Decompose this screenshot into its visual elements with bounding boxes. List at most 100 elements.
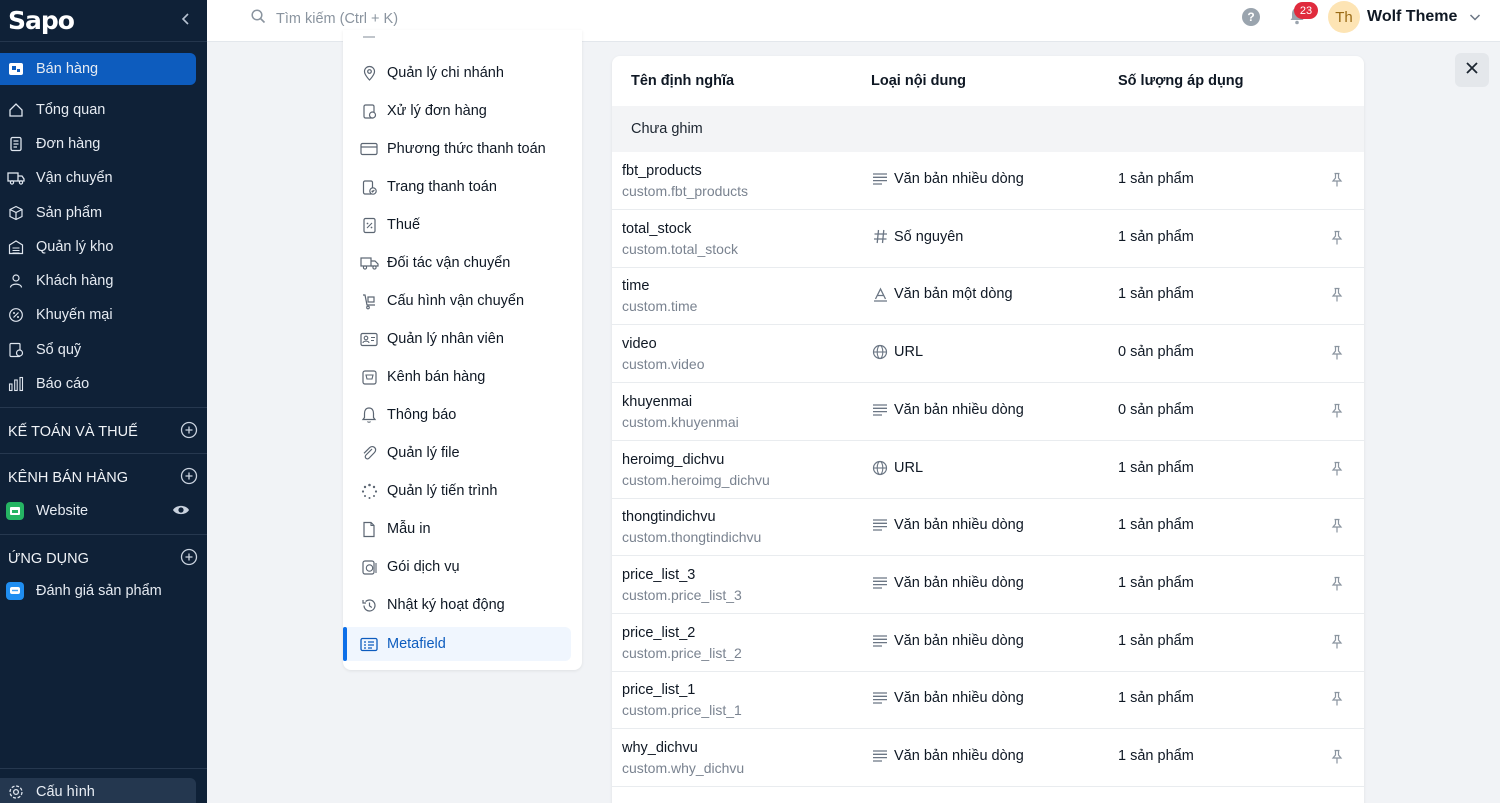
table-row[interactable]: price_list_3 custom.price_list_3 Văn bản n… — [612, 556, 1364, 614]
settings-item-quan-ly-chi-nhanh[interactable]: Quản lý chi nhánh — [343, 56, 582, 90]
sidebar-item-bao-cao[interactable]: Báo cáo — [0, 368, 207, 400]
shipping-partner-icon — [359, 253, 379, 273]
spinner-icon — [359, 481, 379, 501]
table-row[interactable]: thongtindichvu custom.thongtindichvu Văn b… — [612, 498, 1364, 557]
help-icon[interactable]: ? — [1242, 8, 1260, 26]
metafield-key: custom.thongtindichvu — [622, 529, 762, 546]
sidebar-item-ban-hang[interactable]: Bán hàng — [0, 53, 196, 85]
column-header-name[interactable]: Tên định nghĩa — [631, 73, 734, 89]
metafield-type: Văn bản nhiều dòng — [872, 402, 1024, 418]
settings-item-xu-ly-don-hang[interactable]: Xử lý đơn hàng — [343, 94, 582, 128]
chevron-down-icon[interactable] — [1469, 9, 1481, 27]
metafield-type-label: Văn bản nhiều dòng — [894, 517, 1024, 534]
metafield-count: 1 sản phẩm — [1118, 517, 1194, 534]
settings-item-goi-dich-vu[interactable]: Gói dịch vụ — [343, 550, 582, 584]
pin-icon[interactable] — [1330, 230, 1344, 251]
multiline-text-icon — [872, 690, 888, 706]
close-icon — [1465, 61, 1479, 80]
metafield-name[interactable]: total_stock — [622, 221, 691, 237]
pin-icon[interactable] — [1330, 461, 1344, 482]
metafield-name[interactable]: thongtindichvu — [622, 509, 716, 525]
table-row[interactable]: fbt_products custom.fbt_products Văn bản n… — [612, 152, 1364, 210]
metafield-type: Văn bản nhiều dòng — [872, 690, 1024, 706]
sidebar-item-danh-gia-san-pham[interactable]: Đánh giá sản phẩm — [0, 575, 207, 607]
settings-item-phuong-thuc-thanh-toan[interactable]: Phương thức thanh toán — [343, 132, 582, 166]
table-row[interactable]: video custom.video URL 0 sản phẩm — [612, 325, 1364, 384]
sidebar-item-quan-ly-kho[interactable]: Quản lý kho — [0, 231, 207, 263]
sapo-logo[interactable]: Sapo — [8, 6, 75, 35]
metafield-name[interactable]: time — [622, 278, 649, 294]
search-box[interactable]: Tìm kiếm (Ctrl + K) — [251, 9, 398, 28]
sidebar-item-cau-hinh[interactable]: Cấu hình — [0, 778, 196, 803]
metafield-type-label: Văn bản nhiều dòng — [894, 574, 1024, 591]
metafield-count: 1 sản phẩm — [1118, 459, 1194, 476]
sidebar-item-van-chuyen[interactable]: Vận chuyển — [0, 162, 207, 194]
multiline-text-icon — [872, 517, 888, 533]
table-row[interactable]: price_list_2 custom.price_list_2 Văn bản n… — [612, 614, 1364, 672]
metafield-name[interactable]: video — [622, 336, 657, 352]
sidebar-item-don-hang[interactable]: Đơn hàng — [0, 128, 207, 160]
metafield-type: Văn bản nhiều dòng — [872, 171, 1024, 187]
sidebar-item-san-pham[interactable]: Sản phẩm — [0, 197, 207, 229]
metafield-name[interactable]: price_list_3 — [622, 567, 695, 583]
sidebar-item-khach-hang[interactable]: Khách hàng — [0, 265, 207, 297]
metafield-type-label: Số nguyên — [894, 228, 964, 245]
settings-item-mau-in[interactable]: Mẫu in — [343, 512, 582, 546]
metafield-type-label: Văn bản nhiều dòng — [894, 632, 1024, 649]
sidebar-item-so-quy[interactable]: Sổ quỹ — [0, 334, 207, 366]
pin-icon[interactable] — [1330, 345, 1344, 366]
settings-item-quan-ly-file[interactable]: Quản lý file — [343, 436, 582, 470]
avatar[interactable]: Th — [1328, 1, 1360, 33]
column-header-type[interactable]: Loại nội dung — [871, 73, 966, 89]
metafield-name[interactable]: why_dichvu — [622, 740, 698, 756]
table-row[interactable]: price_list_1 custom.price_list_1 Văn bản n… — [612, 671, 1364, 730]
metafield-type-label: URL — [894, 459, 924, 476]
settings-item-doi-tac-van-chuyen[interactable]: Đối tác vận chuyển — [343, 246, 582, 280]
sidebar-header: Sapo — [0, 0, 207, 42]
settings-item-thong-bao[interactable]: Thông báo — [343, 398, 582, 432]
eye-icon[interactable] — [172, 503, 190, 521]
settings-item-quan-ly-tien-trinh[interactable]: Quản lý tiến trình — [343, 474, 582, 508]
table-row[interactable]: heroimg_dichvu custom.heroimg_dichvu URL 1 … — [612, 441, 1364, 499]
settings-item-thue[interactable]: Thuế — [343, 208, 582, 242]
metafield-name[interactable]: heroimg_dichvu — [622, 452, 724, 468]
settings-item-quan-ly-nhan-vien[interactable]: Quản lý nhân viên — [343, 322, 582, 356]
pin-icon[interactable] — [1330, 518, 1344, 539]
metafield-name[interactable]: fbt_products — [622, 163, 702, 179]
pin-icon[interactable] — [1330, 634, 1344, 655]
column-header-count[interactable]: Số lượng áp dụng — [1118, 73, 1244, 89]
table-row[interactable]: time custom.time Văn bản một dòng 1 sản phẩ… — [612, 267, 1364, 326]
metafield-type-label: Văn bản nhiều dòng — [894, 748, 1024, 764]
pin-icon[interactable] — [1330, 172, 1344, 193]
pin-icon[interactable] — [1330, 576, 1344, 597]
metafield-name[interactable]: price_list_1 — [622, 682, 695, 698]
settings-item-nhat-ky-hoat-dong[interactable]: Nhật ký hoạt động — [343, 588, 582, 622]
table-row[interactable]: khuyenmai custom.khuyenmai Văn bản nhiều d… — [612, 383, 1364, 441]
metafield-count: 1 sản phẩm — [1118, 228, 1194, 245]
sidebar-item-khuyen-mai[interactable]: Khuyến mại — [0, 299, 207, 331]
metafield-name[interactable]: khuyenmai — [622, 394, 692, 410]
close-button[interactable] — [1455, 53, 1489, 87]
settings-item-trang-thanh-toan[interactable]: Trang thanh toán — [343, 170, 582, 204]
add-app-icon[interactable] — [180, 548, 198, 570]
pin-icon[interactable] — [1330, 691, 1344, 712]
chevron-left-icon[interactable] — [181, 12, 191, 30]
sidebar-item-website[interactable]: Website — [0, 495, 207, 527]
add-accounting-icon[interactable] — [180, 421, 198, 443]
metafield-count: 1 sản phẩm — [1118, 690, 1194, 707]
add-channel-icon[interactable] — [180, 467, 198, 489]
search-input[interactable]: Tìm kiếm (Ctrl + K) — [276, 11, 398, 27]
metafield-name[interactable]: price_list_2 — [622, 625, 695, 641]
settings-item-kenh-ban-hang[interactable]: Kênh bán hàng — [343, 360, 582, 394]
single-line-text-icon — [872, 286, 888, 302]
pin-icon[interactable] — [1330, 749, 1344, 770]
table-row[interactable]: why_dichvu custom.why_dichvu Văn bản nhiều… — [612, 729, 1364, 787]
user-name[interactable]: Wolf Theme — [1367, 8, 1457, 26]
table-row[interactable]: total_stock custom.total_stock Số nguyên 1 … — [612, 210, 1364, 268]
pin-icon[interactable] — [1330, 287, 1344, 308]
settings-item-metafield[interactable]: Metafield — [343, 627, 571, 661]
settings-item-label: Trang thanh toán — [387, 179, 497, 195]
sidebar-item-tong-quan[interactable]: Tổng quan — [0, 94, 207, 126]
pin-icon[interactable] — [1330, 403, 1344, 424]
settings-item-cau-hinh-van-chuyen[interactable]: Cấu hình vận chuyển — [343, 284, 582, 318]
